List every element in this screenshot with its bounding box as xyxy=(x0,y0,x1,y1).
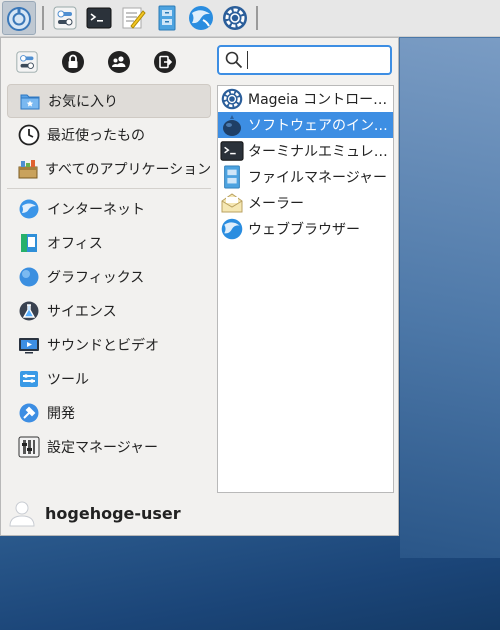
office-icon xyxy=(17,231,41,255)
text-cursor xyxy=(247,51,248,69)
menu-actions xyxy=(13,48,179,76)
whisker-menu-icon xyxy=(7,7,31,31)
app-item-terminal[interactable]: ターミナルエミュレー… xyxy=(218,138,393,164)
app-item-software-install[interactable]: ソフトウェアのインス… xyxy=(218,112,393,138)
category-office[interactable]: オフィス xyxy=(7,226,211,260)
tools-icon xyxy=(17,367,41,391)
terminal-icon xyxy=(86,7,112,29)
panel-separator-2 xyxy=(256,6,258,30)
search-field[interactable] xyxy=(217,45,392,75)
category-list: お気に入り 最近使ったもの すべてのアプリケーション インターネット オフィス xyxy=(7,84,211,464)
category-label: 設定マネージャー xyxy=(47,440,159,456)
app-item-web-browser[interactable]: ウェブブラウザー xyxy=(218,216,393,242)
category-divider xyxy=(7,188,211,189)
all-apps-icon xyxy=(17,157,39,181)
app-label: ソフトウェアのインス… xyxy=(248,118,391,134)
category-internet[interactable]: インターネット xyxy=(7,192,211,226)
favorites-icon xyxy=(18,89,42,113)
app-item-file-manager[interactable]: ファイルマネージャー xyxy=(218,164,393,190)
panel-launchers xyxy=(50,3,250,33)
launcher-control-center[interactable] xyxy=(220,3,250,33)
user-name: hogehoge-user xyxy=(45,503,181,523)
launcher-file-manager[interactable] xyxy=(152,3,182,33)
mageia-control-center-icon xyxy=(220,87,244,111)
launcher-web-browser[interactable] xyxy=(186,3,216,33)
app-item-mail[interactable]: メーラー xyxy=(218,190,393,216)
app-label: ターミナルエミュレー… xyxy=(248,144,391,160)
switch-user-button[interactable] xyxy=(105,48,133,76)
app-label: ウェブブラウザー xyxy=(248,222,360,238)
category-favorites[interactable]: お気に入り xyxy=(7,84,211,118)
launcher-text-editor[interactable] xyxy=(118,3,148,33)
category-label: お気に入り xyxy=(48,94,118,110)
app-item-control-center[interactable]: Mageia コントロール … xyxy=(218,86,393,112)
user-avatar-icon xyxy=(9,501,35,527)
switch-user-icon xyxy=(108,51,130,73)
file-manager-icon xyxy=(158,5,176,31)
category-tools[interactable]: ツール xyxy=(7,362,211,396)
log-out-icon xyxy=(154,51,176,73)
search-input[interactable] xyxy=(254,51,388,69)
desktop-background-accent xyxy=(400,38,500,558)
settings-manager-icon xyxy=(17,435,41,459)
mageia-control-center-icon xyxy=(223,6,247,30)
app-label: メーラー xyxy=(248,196,304,212)
clock-icon xyxy=(17,123,41,147)
log-out-button[interactable] xyxy=(151,48,179,76)
category-all-applications[interactable]: すべてのアプリケーション xyxy=(7,152,211,186)
software-install-icon xyxy=(220,113,244,137)
user-info: hogehoge-user xyxy=(7,498,181,528)
category-label: 最近使ったもの xyxy=(47,128,145,144)
mail-icon xyxy=(220,191,244,215)
category-development[interactable]: 開発 xyxy=(7,396,211,430)
application-list: Mageia コントロール … ソフトウェアのインス… ターミナルエミュレー… … xyxy=(217,85,394,493)
category-label: 開発 xyxy=(47,406,75,422)
development-icon xyxy=(17,401,41,425)
internet-icon xyxy=(17,197,41,221)
top-panel xyxy=(0,0,500,37)
search-icon xyxy=(225,51,243,69)
settings-button[interactable] xyxy=(13,48,41,76)
text-editor-icon xyxy=(122,7,146,29)
application-menu: お気に入り 最近使ったもの すべてのアプリケーション インターネット オフィス xyxy=(0,37,399,536)
multimedia-icon xyxy=(17,333,41,357)
category-multimedia[interactable]: サウンドとビデオ xyxy=(7,328,211,362)
category-label: グラフィックス xyxy=(47,270,145,286)
category-label: サウンドとビデオ xyxy=(47,338,159,354)
whisker-menu-button[interactable] xyxy=(2,1,36,35)
file-manager-icon xyxy=(220,165,244,189)
science-icon xyxy=(17,299,41,323)
category-label: オフィス xyxy=(47,236,103,252)
lock-screen-button[interactable] xyxy=(59,48,87,76)
graphics-icon xyxy=(17,265,41,289)
app-label: Mageia コントロール … xyxy=(248,92,391,108)
app-label: ファイルマネージャー xyxy=(248,170,388,186)
lock-screen-icon xyxy=(62,51,84,73)
web-browser-icon xyxy=(189,6,213,30)
category-label: サイエンス xyxy=(47,304,117,320)
category-settings-manager[interactable]: 設定マネージャー xyxy=(7,430,211,464)
category-label: ツール xyxy=(47,372,89,388)
category-label: インターネット xyxy=(47,202,145,218)
category-science[interactable]: サイエンス xyxy=(7,294,211,328)
category-recent[interactable]: 最近使ったもの xyxy=(7,118,211,152)
category-label: すべてのアプリケーション xyxy=(45,162,212,178)
launcher-terminal[interactable] xyxy=(84,3,114,33)
terminal-icon xyxy=(220,139,244,163)
category-graphics[interactable]: グラフィックス xyxy=(7,260,211,294)
launcher-settings[interactable] xyxy=(50,3,80,33)
settings-manager-icon xyxy=(53,6,77,30)
settings-manager-icon xyxy=(16,51,38,73)
panel-separator xyxy=(42,6,44,30)
web-browser-icon xyxy=(220,217,244,241)
